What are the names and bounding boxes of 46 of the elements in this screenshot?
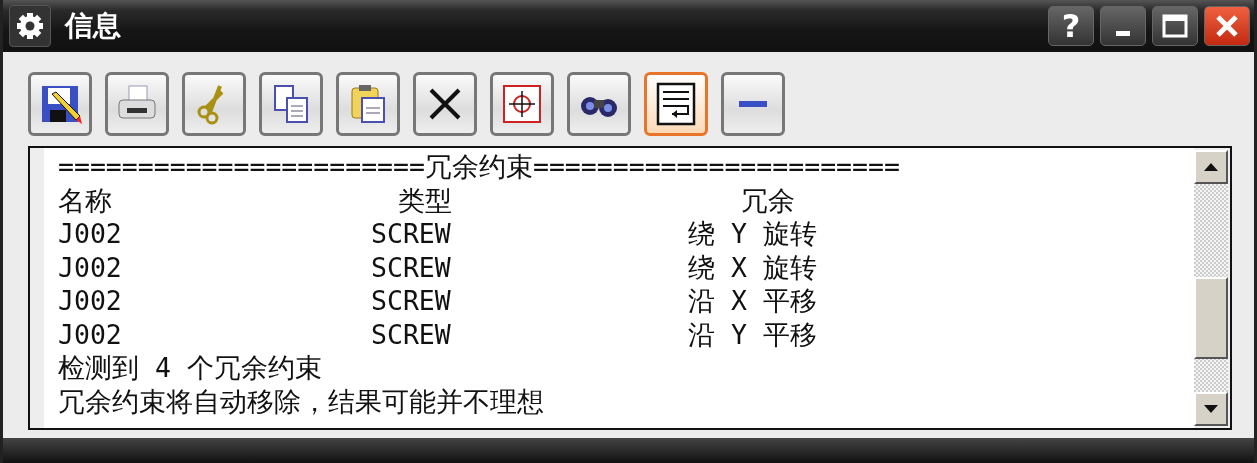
table-cell: 沿 X 平移 [688,284,817,318]
minimize-button[interactable] [1100,6,1146,46]
table-cell-text: J002 [58,284,123,318]
help-button[interactable]: ? [1048,6,1094,46]
table-cell-text: J002 [58,217,123,251]
close-icon [1214,13,1240,39]
scroll-down-button[interactable] [1194,392,1228,426]
delete-button[interactable] [413,72,477,136]
close-button[interactable] [1204,6,1250,46]
word-wrap-button[interactable] [644,72,708,136]
column-header: 类型 [397,183,453,217]
crosshair-button[interactable] [490,72,554,136]
table-cell-text: J002 [58,317,123,351]
settings-icon[interactable] [9,5,51,47]
scrollbar[interactable] [1194,148,1230,428]
copy-button[interactable] [259,72,323,136]
scroll-up-button[interactable] [1194,150,1228,184]
output-text: =======================冗余约束======================= [58,150,900,184]
table-cell: 绕 Y 旋转 [688,217,817,251]
table-cell-text: SCREW [371,317,452,351]
scissors-button[interactable] [182,72,246,136]
minus-icon [739,101,767,107]
minimize-icon [1116,30,1130,36]
crosshair-icon [500,82,544,126]
printer-button[interactable] [105,72,169,136]
output-text: 检测到 4 个冗余约束 [58,351,322,385]
table-cell-text: SCREW [371,250,452,284]
up-arrow-icon [1204,163,1218,171]
table-cell-text: SCREW [371,284,452,318]
maximize-icon [1162,14,1188,38]
binoculars-button[interactable] [567,72,631,136]
output-text: 冗余约束将自动移除，结果可能并不理想 [58,384,544,418]
column-header: 名称 [58,183,113,217]
column-header: 冗余 [740,183,795,217]
save-button[interactable] [28,72,92,136]
scroll-thumb[interactable] [1194,277,1228,359]
minus-button[interactable] [721,72,785,136]
table-cell-text: J002 [58,250,123,284]
down-arrow-icon [1204,405,1218,413]
clipboard-button[interactable] [336,72,400,136]
word-wrap-icon [654,82,698,126]
table-cell: 绕 X 旋转 [688,250,817,284]
table-cell: 沿 Y 平移 [688,317,817,351]
maximize-button[interactable] [1152,6,1198,46]
window-title: 信息 [65,8,121,44]
table-cell-text: SCREW [371,217,452,251]
